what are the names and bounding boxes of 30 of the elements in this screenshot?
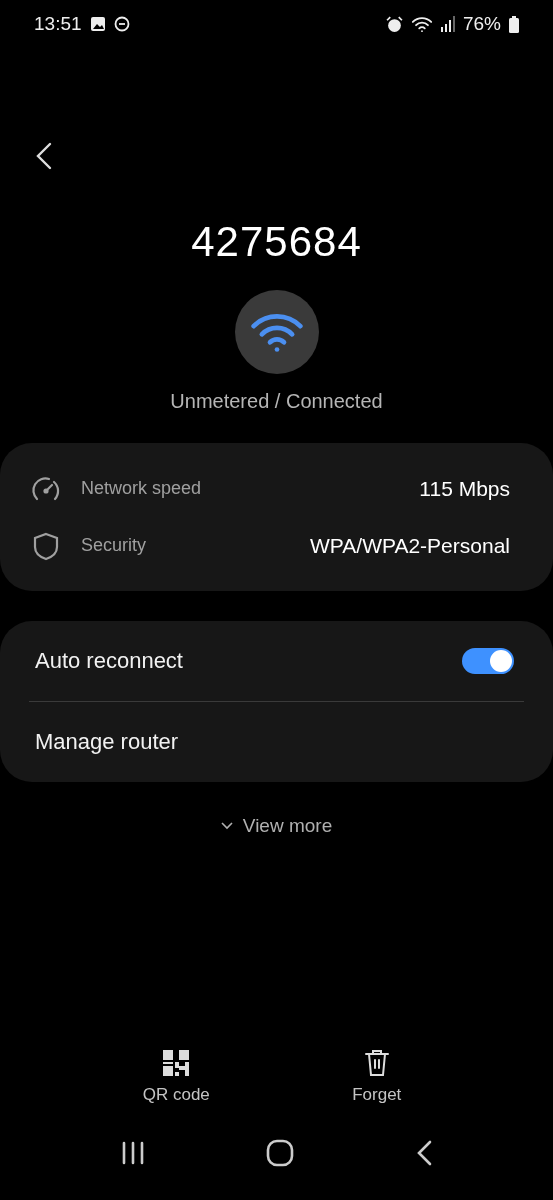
qr-code-icon (162, 1049, 191, 1077)
clock: 13:51 (34, 13, 82, 35)
recents-icon (120, 1141, 145, 1165)
setting-label[interactable]: Manage router (35, 729, 179, 755)
speedometer-icon (31, 475, 61, 502)
action-button[interactable]: Forget (311, 1048, 442, 1106)
alarm-icon (385, 15, 403, 33)
image-icon (89, 16, 106, 32)
wifi-icon (410, 15, 433, 33)
do-not-disturb-icon (113, 16, 130, 32)
detail-value: 115 Mbps (419, 476, 510, 501)
setting-label[interactable]: Auto reconnect (35, 648, 183, 674)
connection-status: Unmetered / Connected (169, 390, 384, 413)
detail-label: Network speed (81, 478, 202, 499)
view-more-button[interactable]: View more (214, 814, 339, 838)
chevron-down-icon (220, 822, 233, 830)
shield-icon (31, 530, 61, 561)
toggle-switch[interactable] (462, 648, 514, 674)
trash-icon (363, 1049, 390, 1077)
network-name: 4275684 (190, 218, 363, 266)
action-button[interactable]: QR code (111, 1048, 242, 1106)
back-icon (416, 1140, 433, 1166)
battery-percentage: 76% (462, 13, 501, 35)
home-icon (266, 1139, 295, 1167)
signal-icon (440, 16, 455, 32)
back-icon (36, 142, 52, 170)
wifi-icon (248, 311, 305, 353)
detail-value: WPA/WPA2-Personal (310, 533, 510, 558)
battery-icon (509, 15, 519, 33)
detail-label: Security (81, 535, 147, 556)
